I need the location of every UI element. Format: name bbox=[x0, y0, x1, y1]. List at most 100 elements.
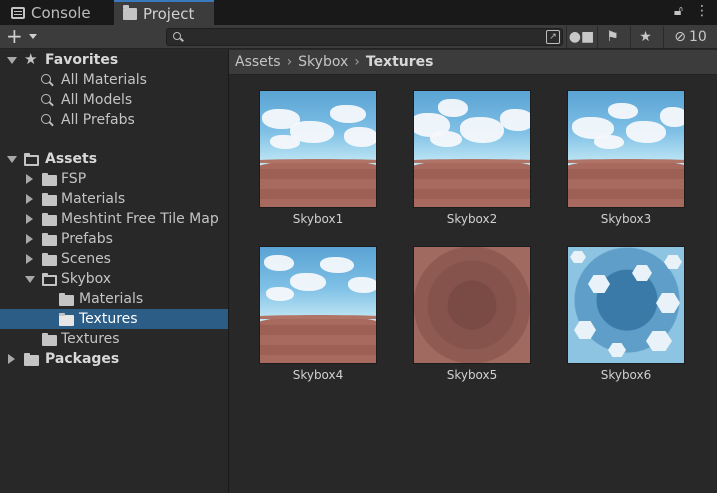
tree-label: Skybox bbox=[61, 271, 112, 287]
eye-slash-icon: ⊘ bbox=[674, 29, 686, 45]
texture-thumbnail bbox=[567, 90, 685, 208]
folder-icon bbox=[42, 193, 57, 206]
chevron-right-icon: › bbox=[354, 54, 360, 70]
asset-name: Skybox3 bbox=[600, 212, 652, 226]
tree-label: Materials bbox=[61, 191, 126, 207]
asset-item[interactable]: Skybox2 bbox=[413, 90, 531, 240]
expand-arrow-icon[interactable] bbox=[26, 174, 33, 184]
breadcrumb-item-current[interactable]: Textures bbox=[366, 54, 434, 70]
tree-item-packages[interactable]: Packages bbox=[0, 349, 228, 369]
tree-label: All Prefabs bbox=[61, 112, 135, 128]
tree-item-fsp[interactable]: FSP bbox=[0, 169, 228, 189]
tree-item-materials[interactable]: Materials bbox=[0, 189, 228, 209]
breadcrumb: Assets › Skybox › Textures bbox=[229, 50, 717, 75]
tree-item-prefabs[interactable]: Prefabs bbox=[0, 229, 228, 249]
expand-arrow-icon[interactable] bbox=[7, 156, 17, 163]
expand-arrow-icon[interactable] bbox=[8, 354, 15, 364]
expand-arrow-icon[interactable] bbox=[26, 254, 33, 264]
asset-grid: Skybox1 Skybox2 Skybox3 Skybox4 Skybox5 … bbox=[229, 76, 717, 493]
star-icon: ★ bbox=[639, 29, 652, 45]
folder-icon bbox=[59, 293, 74, 306]
tree-label: All Materials bbox=[61, 72, 147, 88]
hidden-packages-count: 10 bbox=[688, 29, 707, 45]
tree-label: All Models bbox=[61, 92, 133, 108]
window-tab-bar: Console Project 🔓︎ ⋮ bbox=[0, 0, 717, 25]
tree-label: Textures bbox=[79, 311, 138, 327]
texture-thumbnail bbox=[413, 90, 531, 208]
tree-label: Packages bbox=[45, 351, 120, 367]
tree-item-assets[interactable]: Assets bbox=[0, 149, 228, 169]
asset-item[interactable]: Skybox5 bbox=[413, 246, 531, 396]
create-button[interactable]: + bbox=[6, 26, 23, 46]
tree-item-meshtint[interactable]: Meshtint Free Tile Map bbox=[0, 209, 228, 229]
texture-thumbnail bbox=[259, 246, 377, 364]
tree-item-all-prefabs[interactable]: All Prefabs bbox=[0, 110, 228, 130]
expand-arrow-icon[interactable] bbox=[26, 194, 33, 204]
tab-project[interactable]: Project bbox=[114, 0, 214, 25]
asset-item[interactable]: Skybox6 bbox=[567, 246, 685, 396]
tree-label: Materials bbox=[79, 291, 144, 307]
folder-icon bbox=[42, 213, 57, 226]
shapes-icon: ●■ bbox=[568, 29, 595, 45]
folder-icon bbox=[42, 233, 57, 246]
asset-item[interactable]: Skybox3 bbox=[567, 90, 685, 240]
breadcrumb-item[interactable]: Skybox bbox=[298, 54, 348, 70]
search-by-type-button[interactable]: ●■ bbox=[566, 26, 596, 48]
folder-open-icon bbox=[42, 273, 57, 286]
search-input[interactable]: ↗ bbox=[166, 28, 563, 46]
tag-icon: ⚑ bbox=[606, 29, 619, 45]
texture-thumbnail bbox=[567, 246, 685, 364]
expand-arrow-icon[interactable] bbox=[26, 234, 33, 244]
expand-arrow-icon[interactable] bbox=[26, 214, 33, 224]
tree-label: FSP bbox=[61, 171, 87, 187]
lock-icon[interactable]: 🔓︎ bbox=[674, 3, 683, 19]
star-icon: ★ bbox=[24, 50, 38, 68]
expand-arrow-icon[interactable] bbox=[25, 276, 35, 283]
tree-item-textures[interactable]: Textures bbox=[0, 329, 228, 349]
asset-item[interactable]: Skybox4 bbox=[259, 246, 377, 396]
folder-icon bbox=[24, 353, 39, 366]
search-icon bbox=[41, 74, 51, 84]
folder-tree: ★ Favorites All Materials All Models All… bbox=[0, 50, 228, 493]
tree-label: Textures bbox=[61, 331, 120, 347]
tree-item-all-materials[interactable]: All Materials bbox=[0, 70, 228, 90]
search-expand-icon[interactable]: ↗ bbox=[546, 30, 560, 44]
tab-console-label: Console bbox=[31, 3, 91, 22]
breadcrumb-item[interactable]: Assets bbox=[235, 54, 281, 70]
chevron-down-icon[interactable] bbox=[29, 34, 37, 39]
asset-name: Skybox2 bbox=[446, 212, 498, 226]
asset-item[interactable]: Skybox1 bbox=[259, 90, 377, 240]
texture-thumbnail bbox=[259, 90, 377, 208]
expand-arrow-icon[interactable] bbox=[7, 57, 17, 64]
asset-name: Skybox6 bbox=[600, 368, 652, 382]
tab-project-label: Project bbox=[143, 4, 195, 23]
folder-icon bbox=[42, 173, 57, 186]
tree-item-skybox-textures[interactable]: Textures bbox=[0, 309, 228, 329]
tree-label: Scenes bbox=[61, 251, 111, 267]
search-icon bbox=[41, 94, 51, 104]
chevron-right-icon: › bbox=[286, 54, 293, 70]
asset-name: Skybox1 bbox=[292, 212, 344, 226]
more-options-icon[interactable]: ⋮ bbox=[695, 3, 709, 19]
tree-label: Favorites bbox=[45, 52, 119, 68]
tree-item-favorites[interactable]: ★ Favorites bbox=[0, 50, 228, 70]
folder-open-icon bbox=[24, 153, 39, 166]
tree-item-all-models[interactable]: All Models bbox=[0, 90, 228, 110]
window-controls: 🔓︎ ⋮ bbox=[674, 3, 709, 19]
asset-name: Skybox5 bbox=[446, 368, 498, 382]
tab-console[interactable]: Console bbox=[0, 0, 112, 25]
search-by-label-button[interactable]: ⚑ bbox=[597, 26, 627, 48]
tree-label: Prefabs bbox=[61, 231, 113, 247]
folder-icon bbox=[42, 333, 57, 346]
tree-item-scenes[interactable]: Scenes bbox=[0, 249, 228, 269]
tree-label: Assets bbox=[45, 151, 98, 167]
folder-icon bbox=[123, 4, 137, 20]
folder-icon bbox=[59, 313, 74, 326]
folder-icon bbox=[42, 253, 57, 266]
texture-thumbnail bbox=[413, 246, 531, 364]
console-icon bbox=[11, 6, 25, 19]
tree-item-skybox-materials[interactable]: Materials bbox=[0, 289, 228, 309]
tree-item-skybox[interactable]: Skybox bbox=[0, 269, 228, 289]
save-search-button[interactable]: ★ bbox=[630, 26, 660, 48]
hidden-packages-toggle[interactable]: ⊘ 10 bbox=[663, 26, 717, 48]
